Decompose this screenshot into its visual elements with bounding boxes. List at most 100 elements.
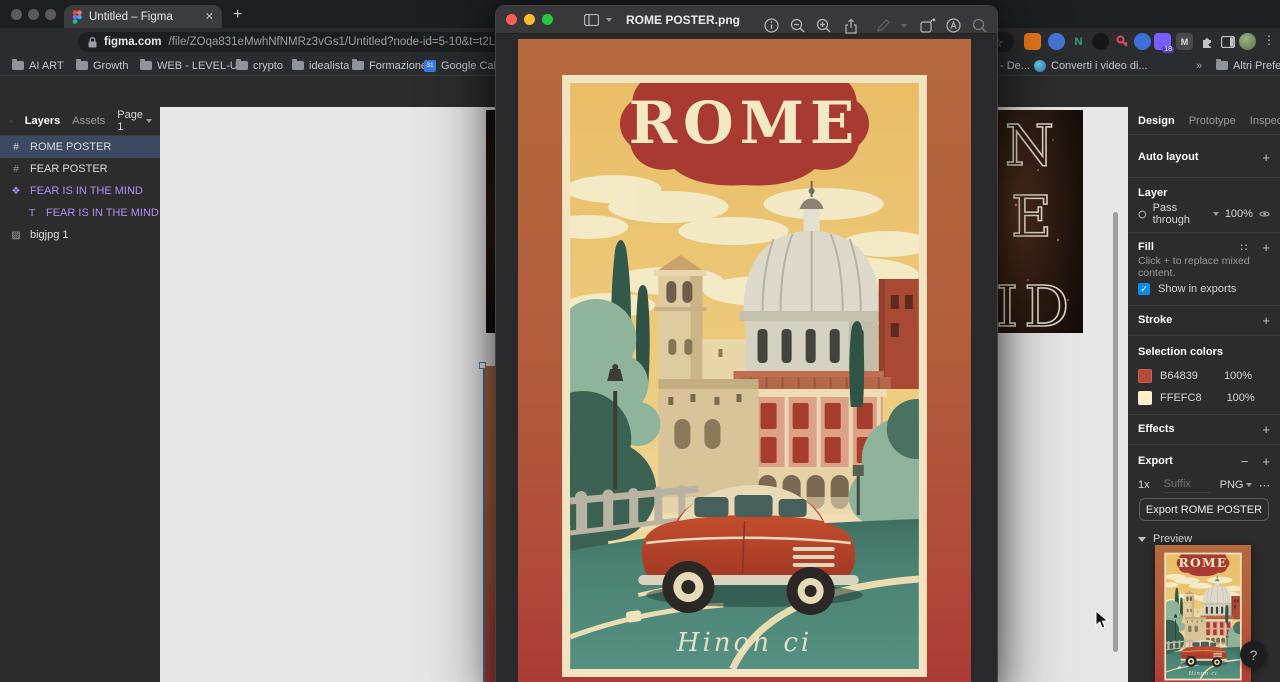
fill-styles-icon[interactable]: ∷ [1240, 241, 1248, 254]
bookmark-item[interactable]: WEB - LEVEL-UP [140, 60, 245, 72]
metamask-extension-icon[interactable] [1024, 33, 1041, 50]
quicklook-window[interactable]: ROME POSTER.png [495, 5, 998, 682]
add-fill-icon[interactable]: + [1262, 240, 1270, 255]
info-icon[interactable] [764, 18, 779, 33]
search-icon[interactable] [972, 18, 988, 34]
bookmark-label: crypto [253, 60, 283, 72]
help-button[interactable]: ? [1240, 641, 1267, 668]
extensions-puzzle-icon[interactable] [1198, 33, 1215, 50]
extension-badge: 18 [1162, 46, 1174, 53]
window-zoom-button[interactable] [45, 9, 56, 20]
search-icon[interactable] [10, 116, 13, 127]
thumbnail-view-toggle[interactable] [584, 14, 612, 26]
selection-color-row[interactable]: B64839 100% [1128, 366, 1280, 386]
color-opacity: 100% [1227, 392, 1255, 404]
export-format-dropdown[interactable]: PNG [1220, 479, 1253, 491]
export-suffix-input[interactable]: Suffix [1164, 478, 1210, 493]
add-auto-layout-icon[interactable]: + [1262, 150, 1270, 165]
bookmark-item[interactable]: Formazione [352, 60, 427, 72]
stroke-section-label: Stroke [1138, 314, 1172, 326]
selection-color-row[interactable]: FFEFC8 100% [1128, 388, 1280, 408]
bookmark-item-partial[interactable]: - De... [1000, 60, 1030, 72]
bookmark-item[interactable]: AI ART [12, 60, 64, 72]
zoom-button[interactable] [542, 14, 553, 25]
close-button[interactable] [506, 14, 517, 25]
share-icon[interactable] [844, 18, 858, 34]
export-format-value: PNG [1220, 479, 1244, 491]
stroke-section-header: Stroke + [1128, 310, 1280, 330]
selection-handle[interactable] [479, 362, 486, 369]
bookmark-item[interactable]: Converti i video di... [1034, 60, 1148, 72]
rome-poster-image: ROME [518, 39, 971, 682]
add-effect-icon[interactable]: + [1262, 422, 1270, 437]
dark-extension-icon[interactable] [1092, 33, 1109, 50]
tab-layers[interactable]: Layers [25, 115, 60, 127]
color-swatch[interactable] [1138, 391, 1152, 405]
bookmark-item[interactable]: crypto [236, 60, 283, 72]
tab-assets[interactable]: Assets [72, 115, 105, 127]
remove-export-icon[interactable]: − [1241, 454, 1249, 469]
bookmark-item[interactable]: idealista [292, 60, 349, 72]
minimize-button[interactable] [524, 14, 535, 25]
rotate-icon[interactable] [920, 18, 936, 33]
visibility-eye-icon[interactable] [1259, 209, 1270, 219]
export-preview-thumbnail [1155, 545, 1251, 682]
fear-poster-canvas-fragment[interactable]: N E ID [998, 110, 1083, 333]
blend-mode-dropdown[interactable]: Pass through [1153, 202, 1204, 226]
chevron-down-icon [1246, 483, 1252, 487]
color-swatch[interactable] [1138, 369, 1152, 383]
selection-colors-label: Selection colors [1138, 346, 1223, 358]
purple-extension-icon[interactable]: 18 [1154, 33, 1171, 50]
circle-extension-icon[interactable] [1134, 33, 1151, 50]
show-in-exports-checkbox[interactable]: ✓ [1138, 283, 1150, 295]
auto-layout-section: Auto layout + [1128, 147, 1280, 167]
layer-row-fear-component[interactable]: ❖ FEAR IS IN THE MIND [0, 180, 160, 202]
tab-inspect[interactable]: Inspect [1250, 115, 1280, 127]
tab-design[interactable]: Design [1138, 115, 1175, 127]
page-selector[interactable]: Page 1 [117, 109, 152, 133]
tab-close-icon[interactable]: ✕ [205, 10, 214, 23]
layer-row-rome-poster[interactable]: # ROME POSTER [0, 136, 160, 158]
sidebar-tabs: Layers Assets Page 1 [0, 107, 160, 136]
window-close-button[interactable] [11, 9, 22, 20]
fear-letters-id: ID [998, 275, 1075, 333]
add-export-icon[interactable]: + [1262, 454, 1270, 469]
bookmark-label: Converti i video di... [1051, 60, 1148, 72]
chevron-down-icon [606, 18, 612, 22]
export-more-icon[interactable]: ⋯ [1259, 479, 1270, 492]
export-rome-poster-button[interactable]: Export ROME POSTER [1139, 498, 1269, 521]
export-scale-dropdown[interactable]: 1x [1138, 479, 1150, 491]
canvas-scrollbar[interactable] [1113, 212, 1118, 652]
bookmark-label: WEB - LEVEL-UP [157, 60, 245, 72]
new-tab-button[interactable]: + [233, 6, 242, 24]
add-stroke-icon[interactable]: + [1262, 313, 1270, 328]
url-domain: figma.com [104, 36, 162, 48]
blue-extension-icon[interactable] [1048, 33, 1065, 50]
browser-tab[interactable]: Untitled – Figma ✕ [64, 5, 222, 28]
layer-row-fear-text[interactable]: T FEAR IS IN THE MIND [0, 202, 160, 224]
bookmarks-overflow-icon[interactable]: » [1196, 60, 1202, 72]
layer-name: ROME POSTER [30, 141, 111, 153]
password-key-extension-icon[interactable] [1114, 33, 1131, 50]
folder-icon [12, 61, 24, 70]
tab-prototype[interactable]: Prototype [1189, 115, 1236, 127]
chrome-menu-icon[interactable]: ⋮ [1263, 33, 1275, 47]
layer-row-fear-poster[interactable]: # FEAR POSTER [0, 158, 160, 180]
sidepanel-icon[interactable] [1219, 33, 1236, 50]
profile-avatar[interactable] [1239, 33, 1256, 50]
zoom-out-icon[interactable] [790, 18, 806, 34]
rome-poster-art: ROME [518, 39, 971, 682]
zoom-in-icon[interactable] [816, 18, 832, 34]
blend-mode-icon[interactable] [1138, 209, 1147, 220]
lock-icon [88, 37, 97, 48]
bookmark-item[interactable]: Growth [76, 60, 128, 72]
color-hex: B64839 [1160, 370, 1198, 382]
notion-extension-icon[interactable]: N [1070, 33, 1087, 50]
bookmark-folder-altri[interactable]: Altri Preferiti [1216, 60, 1280, 72]
layer-opacity-value[interactable]: 100% [1225, 208, 1253, 220]
mouse-cursor [1095, 610, 1109, 630]
window-minimize-button[interactable] [28, 9, 39, 20]
m-extension-icon[interactable]: M [1176, 33, 1193, 50]
layer-row-bigjpg[interactable]: ▨ bigjpg 1 [0, 224, 160, 246]
annotate-icon[interactable] [946, 18, 961, 33]
